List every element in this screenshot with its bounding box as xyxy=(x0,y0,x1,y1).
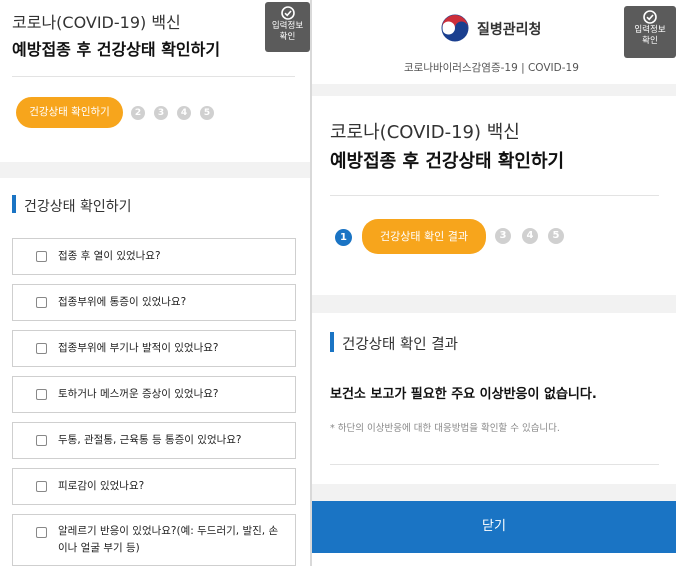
step-2: 2 xyxy=(131,106,145,120)
footer-separator xyxy=(312,484,676,501)
close-button[interactable]: 닫기 xyxy=(312,501,676,553)
checkbox[interactable] xyxy=(36,343,47,354)
question-7[interactable]: 알레르기 반응이 있었나요?(예: 두드러기, 발진, 손이나 얼굴 부기 등) xyxy=(12,514,296,566)
section-title: 건강상태 확인하기 xyxy=(24,199,132,215)
section-bar xyxy=(330,332,334,352)
question-6[interactable]: 피로감이 있었나요? xyxy=(12,468,296,505)
question-label: 접종 후 열이 있었나요? xyxy=(58,250,161,262)
right-screen: 질병관리청 입력정보 확인 코로나바이러스감염증-19 | COVID-19 코… xyxy=(312,0,676,566)
checkbox[interactable] xyxy=(36,527,47,538)
left-screen: 코로나(COVID-19) 백신 예방접종 후 건강상태 확인하기 입력정보 확… xyxy=(0,0,310,566)
question-4[interactable]: 토하거나 메스꺼운 증상이 있었나요? xyxy=(12,376,296,413)
step-3: 3 xyxy=(495,228,511,244)
input-info-label-1: 입력정보 xyxy=(271,21,304,31)
step-5: 5 xyxy=(548,228,564,244)
checkbox[interactable] xyxy=(36,297,47,308)
question-2[interactable]: 접종부위에 통증이 있었나요? xyxy=(12,284,296,321)
divider xyxy=(12,76,295,77)
checkbox[interactable] xyxy=(36,389,47,400)
input-info-label-2: 확인 xyxy=(642,36,658,46)
step-1-done: 1 xyxy=(335,229,352,246)
question-label: 접종부위에 통증이 있었나요? xyxy=(58,296,187,308)
taegeuk-logo-icon xyxy=(441,14,469,42)
check-circle-icon xyxy=(280,6,295,20)
section-separator xyxy=(312,295,676,313)
step-active: 건강상태 확인 결과 xyxy=(362,219,486,254)
section-title: 건강상태 확인 결과 xyxy=(342,337,458,353)
step-3: 3 xyxy=(154,106,168,120)
question-label: 토하거나 메스꺼운 증상이 있었나요? xyxy=(58,388,219,400)
step-5: 5 xyxy=(200,106,214,120)
header-separator xyxy=(312,84,676,96)
checkbox[interactable] xyxy=(36,435,47,446)
result-note: * 하단의 이상반응에 대한 대응방법을 확인할 수 있습니다. xyxy=(330,423,560,434)
page-title-line1: 코로나(COVID-19) 백신 xyxy=(330,122,520,143)
page-title-line2: 예방접종 후 건강상태 확인하기 xyxy=(12,40,221,59)
question-5[interactable]: 두통, 관절통, 근육통 등 통증이 있었나요? xyxy=(12,422,296,459)
input-info-button[interactable]: 입력정보 확인 xyxy=(265,2,310,52)
divider xyxy=(330,464,659,465)
input-info-label-1: 입력정보 xyxy=(634,25,666,35)
result-message: 보건소 보고가 필요한 주요 이상반응이 없습니다. xyxy=(330,387,597,402)
site-subheader: 코로나바이러스감염증-19 | COVID-19 xyxy=(404,62,579,74)
question-label: 두통, 관절통, 근육통 등 통증이 있었나요? xyxy=(58,434,242,446)
question-3[interactable]: 접종부위에 부기나 발적이 있었나요? xyxy=(12,330,296,367)
question-label: 알레르기 반응이 있었나요?(예: 두드러기, 발진, 손이나 얼굴 부기 등) xyxy=(58,525,279,554)
step-active: 건강상태 확인하기 xyxy=(16,97,123,128)
logo-text: 질병관리청 xyxy=(477,22,542,38)
question-label: 피로감이 있었나요? xyxy=(58,480,145,492)
input-info-label-2: 확인 xyxy=(279,32,296,42)
page-title-line2: 예방접종 후 건강상태 확인하기 xyxy=(330,151,565,172)
input-info-button[interactable]: 입력정보 확인 xyxy=(624,6,676,58)
page-title-line1: 코로나(COVID-19) 백신 xyxy=(12,13,181,32)
divider xyxy=(330,195,659,196)
section-separator xyxy=(0,162,310,178)
check-circle-icon xyxy=(643,10,657,24)
section-bar xyxy=(12,195,16,213)
step-4: 4 xyxy=(522,228,538,244)
question-1[interactable]: 접종 후 열이 있었나요? xyxy=(12,238,296,275)
question-label: 접종부위에 부기나 발적이 있었나요? xyxy=(58,342,219,354)
step-4: 4 xyxy=(177,106,191,120)
checkbox[interactable] xyxy=(36,481,47,492)
checkbox[interactable] xyxy=(36,251,47,262)
